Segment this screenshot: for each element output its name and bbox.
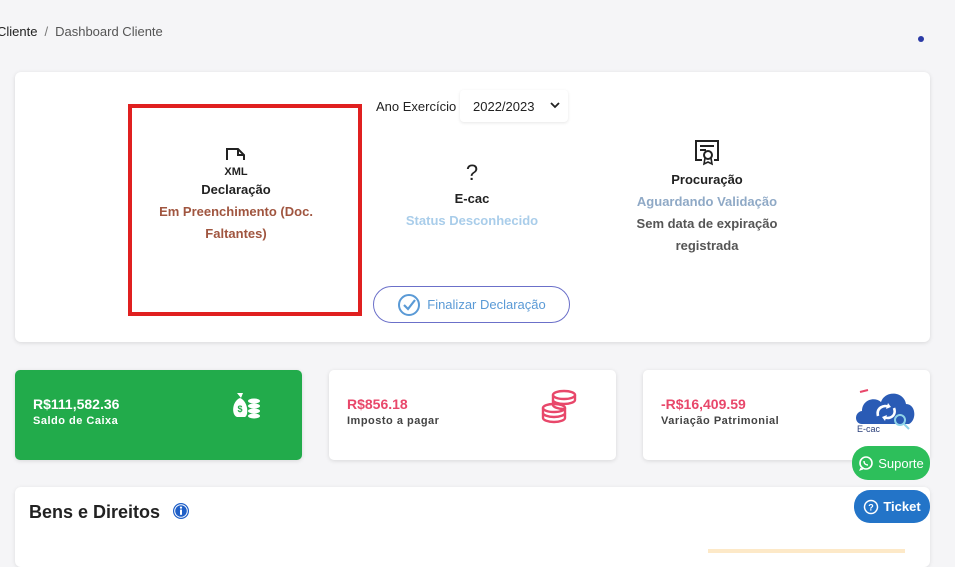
declaracao-status-line1: Em Preenchimento (Doc. xyxy=(159,204,313,219)
year-select-value: 2022/2023 xyxy=(473,98,535,114)
finalize-button-label: Finalizar Declaração xyxy=(427,297,546,312)
procuracao-expiry: Sem data de expiração registrada xyxy=(607,213,807,257)
ecac-cloud-icon: E-cac xyxy=(854,386,920,436)
declaracao-column[interactable]: XML Declaração Em Preenchimento (Doc. Fa… xyxy=(136,146,336,245)
xml-file-icon: XML xyxy=(224,148,248,178)
imposto-value: R$856.18 xyxy=(347,396,408,412)
saldo-value: R$111,582.36 xyxy=(33,396,120,412)
breadcrumb: Cliente / Dashboard Cliente xyxy=(0,24,163,39)
ecac-column[interactable]: ? E-cac Status Desconhecido xyxy=(372,162,572,232)
finalize-declaration-button[interactable]: Finalizar Declaração xyxy=(373,286,570,323)
check-circle-icon xyxy=(398,293,421,316)
ticket-button[interactable]: ? Ticket xyxy=(854,490,930,523)
declaracao-status: Em Preenchimento (Doc. Faltantes) xyxy=(136,201,336,245)
declaracao-status-line2: Faltantes) xyxy=(205,226,267,241)
breadcrumb-current: Dashboard Cliente xyxy=(55,24,163,39)
info-icon[interactable] xyxy=(173,503,189,519)
svg-text:$: $ xyxy=(237,404,242,414)
declaracao-title: Declaração xyxy=(201,182,271,197)
variacao-value: -R$16,409.59 xyxy=(661,396,746,412)
procuracao-expiry-line2: registrada xyxy=(675,238,739,253)
svg-text:XML: XML xyxy=(224,166,248,178)
status-dot xyxy=(918,36,924,42)
ecac-status: Status Desconhecido xyxy=(405,213,539,228)
year-select[interactable]: 2022/2023 xyxy=(460,90,568,122)
coins-stack-icon xyxy=(541,389,577,424)
bens-header-strip xyxy=(708,549,905,553)
suporte-label: Suporte xyxy=(878,455,924,471)
breadcrumb-separator: / xyxy=(44,24,49,39)
saldo-card[interactable]: R$111,582.36 Saldo de Caixa $ xyxy=(15,370,302,460)
declaration-status-card: Ano Exercício 2022/2023 XML Declaração E… xyxy=(15,72,930,342)
whatsapp-icon xyxy=(859,456,874,471)
svg-text:?: ? xyxy=(869,502,875,512)
bens-e-direitos-card: Bens e Direitos xyxy=(15,487,930,567)
variacao-label: Variação Patrimonial xyxy=(661,415,780,427)
money-bag-icon: $ xyxy=(233,393,260,419)
question-mark-icon: ? xyxy=(465,160,479,185)
question-circle-icon: ? xyxy=(864,499,879,514)
procuracao-title: Procuração xyxy=(671,172,743,187)
procuracao-status: Aguardando Validação xyxy=(636,194,778,209)
bens-title: Bens e Direitos xyxy=(29,502,161,522)
procuracao-column[interactable]: Procuração Aguardando Validação Sem data… xyxy=(607,138,807,257)
breadcrumb-cliente[interactable]: Cliente xyxy=(0,24,37,39)
suporte-button[interactable]: Suporte xyxy=(852,446,930,480)
year-label: Ano Exercício xyxy=(376,99,457,114)
procuracao-expiry-line1: Sem data de expiração xyxy=(636,216,778,231)
ecac-title: E-cac xyxy=(454,191,490,206)
chevron-down-icon xyxy=(550,102,560,109)
certificate-icon xyxy=(695,140,719,166)
imposto-label: Imposto a pagar xyxy=(347,415,440,427)
ecac-icon-caption: E-cac xyxy=(857,424,881,434)
ticket-label: Ticket xyxy=(883,499,921,514)
saldo-label: Saldo de Caixa xyxy=(33,415,119,427)
imposto-card[interactable]: R$856.18 Imposto a pagar xyxy=(329,370,616,460)
